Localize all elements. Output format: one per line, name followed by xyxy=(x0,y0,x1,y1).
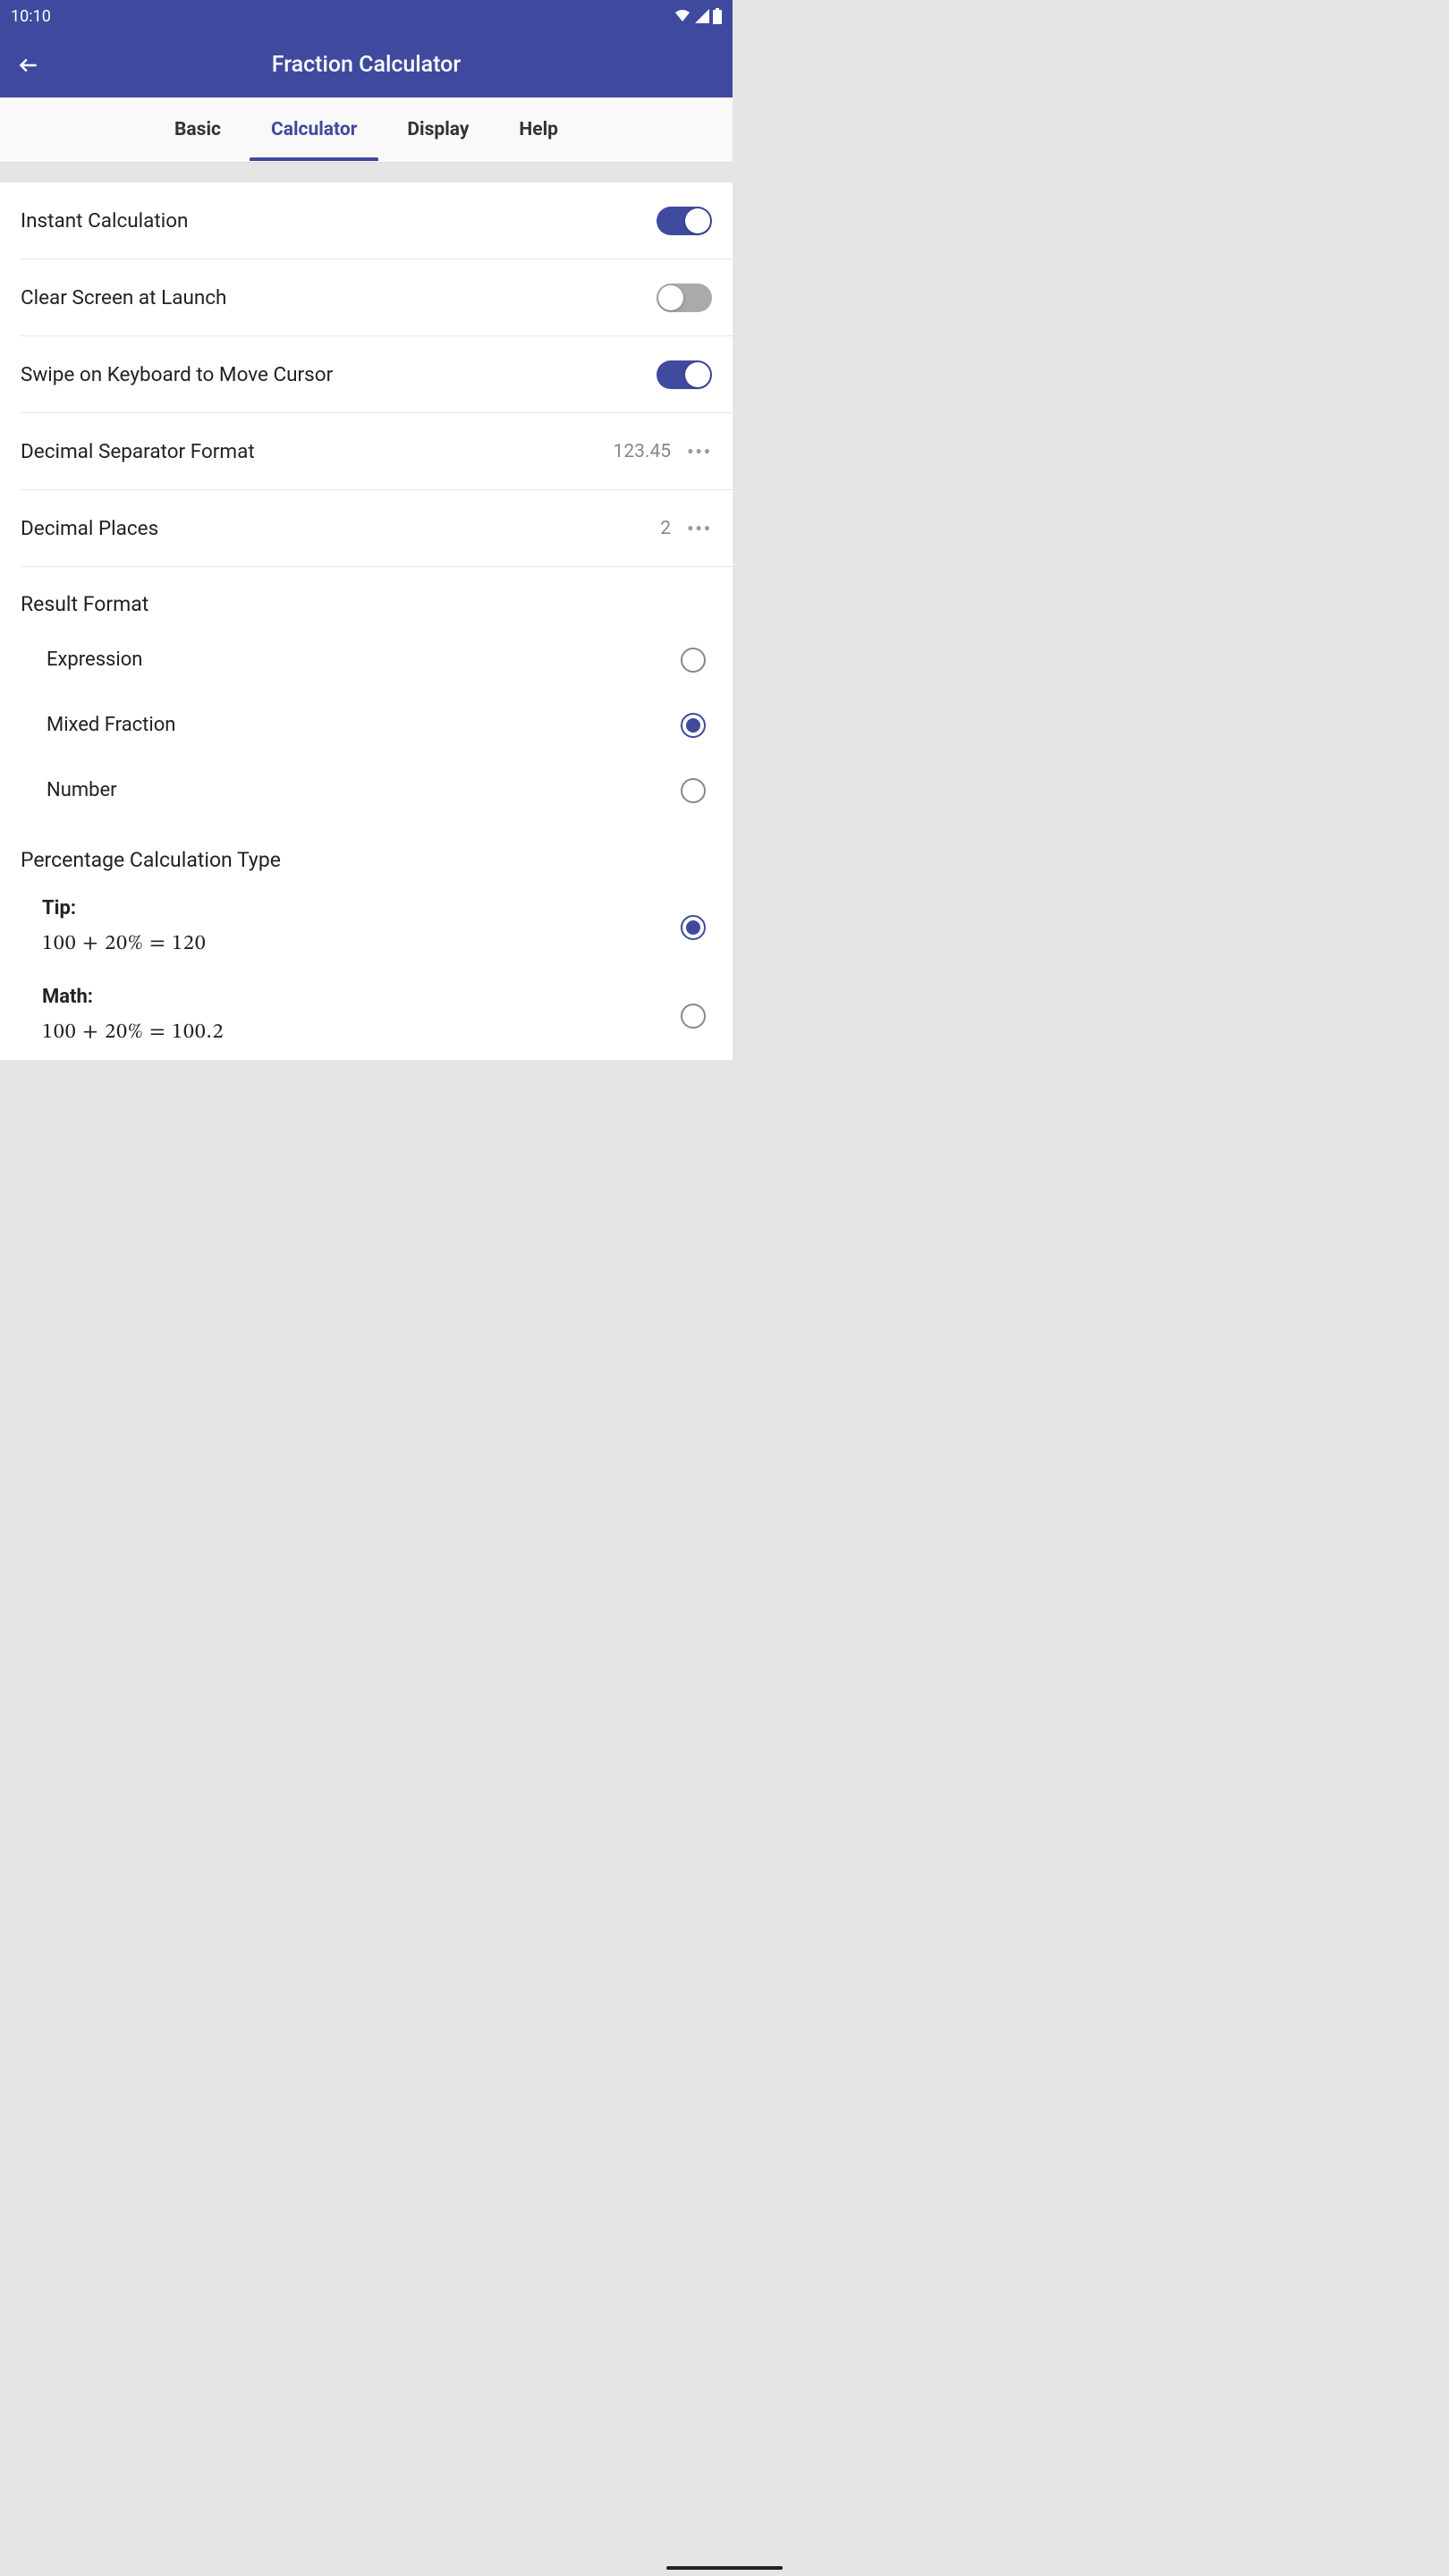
radio-indicator xyxy=(681,648,706,673)
radio-label: Mixed Fraction xyxy=(47,714,175,736)
toggle-thumb xyxy=(658,285,683,310)
setting-label: Decimal Places xyxy=(21,517,158,540)
toggle-instant-calculation[interactable] xyxy=(657,207,712,235)
back-button[interactable] xyxy=(11,47,47,83)
radio-mixed-fraction[interactable]: Mixed Fraction xyxy=(0,692,733,758)
toggle-thumb xyxy=(685,362,710,387)
more-icon: ••• xyxy=(687,518,712,539)
pct-option-label: Tip: xyxy=(42,897,681,919)
section-result-format: Result Format xyxy=(0,567,733,627)
radio-label: Number xyxy=(47,779,117,801)
setting-value: 2 xyxy=(660,518,671,539)
status-time: 10:10 xyxy=(11,7,51,26)
tab-basic[interactable]: Basic xyxy=(174,99,221,160)
pct-option-label: Math: xyxy=(42,986,681,1008)
tab-display[interactable]: Display xyxy=(407,99,469,160)
page-title: Fraction Calculator xyxy=(47,52,686,78)
tab-bar: Basic Calculator Display Help xyxy=(0,97,733,163)
toggle-thumb xyxy=(685,208,710,233)
pct-option-formula: 100 + 20% = 120 xyxy=(42,930,681,957)
home-indicator[interactable] xyxy=(666,2566,783,2570)
spacer xyxy=(0,163,733,182)
wifi-icon xyxy=(674,9,691,23)
settings-list: Instant Calculation Clear Screen at Laun… xyxy=(0,182,733,1060)
pct-block: Tip: 100 + 20% = 120 xyxy=(42,897,681,957)
tab-calculator[interactable]: Calculator xyxy=(271,99,357,160)
radio-pct-math[interactable]: Math: 100 + 20% = 100.2 xyxy=(0,971,733,1060)
status-icons xyxy=(674,8,722,24)
pct-option-formula: 100 + 20% = 100.2 xyxy=(42,1019,681,1046)
setting-label: Decimal Separator Format xyxy=(21,440,255,463)
pct-block: Math: 100 + 20% = 100.2 xyxy=(42,986,681,1046)
setting-clear-screen[interactable]: Clear Screen at Launch xyxy=(0,259,733,336)
setting-label: Instant Calculation xyxy=(21,209,188,233)
tab-help[interactable]: Help xyxy=(519,99,558,160)
more-icon: ••• xyxy=(687,441,712,462)
toggle-swipe-keyboard[interactable] xyxy=(657,360,712,389)
radio-expression[interactable]: Expression xyxy=(0,627,733,692)
setting-value: 123.45 xyxy=(614,441,672,462)
radio-indicator xyxy=(681,778,706,803)
radio-indicator xyxy=(681,1004,706,1029)
setting-label: Swipe on Keyboard to Move Cursor xyxy=(21,363,333,386)
app-bar: Fraction Calculator xyxy=(0,32,733,97)
setting-instant-calculation[interactable]: Instant Calculation xyxy=(0,182,733,259)
radio-number[interactable]: Number xyxy=(0,758,733,823)
status-bar: 10:10 xyxy=(0,0,733,32)
radio-pct-tip[interactable]: Tip: 100 + 20% = 120 xyxy=(0,883,733,971)
setting-decimal-places[interactable]: Decimal Places 2 ••• xyxy=(0,490,733,567)
arrow-left-icon xyxy=(17,54,40,77)
section-percentage-type: Percentage Calculation Type xyxy=(0,823,733,883)
battery-icon xyxy=(713,8,722,24)
setting-swipe-keyboard[interactable]: Swipe on Keyboard to Move Cursor xyxy=(0,336,733,413)
setting-decimal-separator[interactable]: Decimal Separator Format 123.45 ••• xyxy=(0,413,733,490)
setting-value-group: 2 ••• xyxy=(660,518,712,539)
setting-value-group: 123.45 ••• xyxy=(614,441,712,462)
radio-indicator xyxy=(681,713,706,738)
setting-label: Clear Screen at Launch xyxy=(21,286,226,309)
radio-indicator xyxy=(681,915,706,940)
toggle-clear-screen[interactable] xyxy=(657,284,712,312)
signal-icon xyxy=(695,9,709,23)
radio-label: Expression xyxy=(47,648,142,671)
